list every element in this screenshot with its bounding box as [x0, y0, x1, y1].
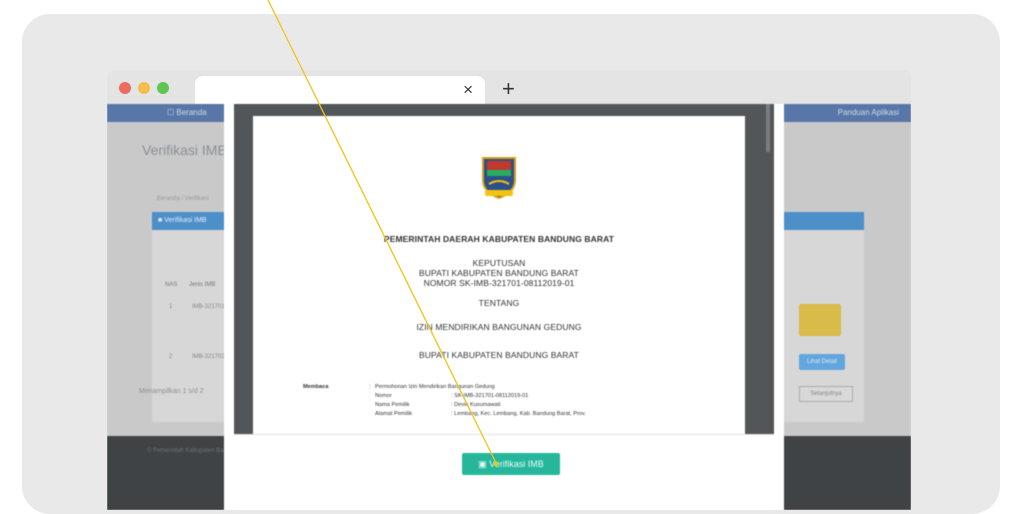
minimize-window-dot[interactable] — [138, 82, 150, 94]
panel-title: ■ Verifikasi IMB — [158, 217, 207, 224]
doc-field-value: : Lembang, Kec. Lembang, Kab. Bandung Ba… — [451, 411, 586, 417]
pdf-viewer[interactable]: PEMERINTAH DAERAH KABUPATEN BANDUNG BARA… — [234, 104, 774, 436]
doc-membaca-colon: : — [369, 384, 371, 390]
doc-keputusan: KEPUTUSAN — [472, 258, 526, 268]
tab-bar: × + — [107, 70, 911, 104]
table-info: Menampilkan 1 s/d 2 — [139, 388, 204, 395]
doc-tentang: TENTANG — [478, 298, 520, 308]
next-page-button[interactable]: Selanjutnya — [799, 386, 853, 402]
doc-membaca-label: Membaca — [303, 384, 329, 390]
doc-izin: IZIN MENDIRIKAN BANGUNAN GEDUNG — [416, 322, 582, 332]
browser-tab[interactable]: × — [195, 76, 485, 104]
browser-window: × + ☐ Beranda Panduan Aplikasi Verifikas… — [107, 70, 911, 510]
row2-detail-button[interactable]: Lihat Detail — [799, 354, 845, 370]
pdf-page: PEMERINTAH DAERAH KABUPATEN BANDUNG BARA… — [253, 116, 745, 436]
page-title: Verifikasi IMB — [142, 142, 227, 158]
doc-field-value: : SK-IMB-321701-08112019-01 — [451, 393, 529, 399]
row1-action-button[interactable] — [799, 304, 841, 336]
row2-no: 2 — [169, 354, 173, 360]
doc-field-label: Nama Pemilik — [375, 402, 410, 408]
doc-field-label: Alamat Pemilik — [375, 411, 412, 417]
pdf-scrollbar[interactable] — [766, 104, 770, 152]
doc-field-value: : Devie Kusumawati — [451, 402, 501, 408]
doc-bupati-2: BUPATI KABUPATEN BANDUNG BARAT — [419, 350, 579, 360]
verify-imb-button[interactable]: ▣ Verifikasi IMB — [462, 453, 560, 475]
verification-modal: PEMERINTAH DAERAH KABUPATEN BANDUNG BARA… — [224, 104, 784, 510]
regency-emblem-icon — [482, 157, 516, 200]
row1-no: 1 — [169, 304, 173, 310]
close-window-dot[interactable] — [119, 82, 131, 94]
row2-type: IMB-321702 — [192, 354, 225, 360]
breadcrumb: Beranda / Verifikasi — [157, 196, 209, 202]
nav-guide-link[interactable]: Panduan Aplikasi — [838, 108, 899, 117]
tab-close-icon[interactable]: × — [463, 79, 473, 101]
table-header-no: NAS — [165, 282, 178, 288]
doc-heading: PEMERINTAH DAERAH KABUPATEN BANDUNG BARA… — [383, 234, 615, 244]
row1-type: IMB-321701 — [192, 304, 225, 310]
doc-nomor: NOMOR SK-IMB-321701-08112019-01 — [423, 278, 575, 288]
doc-bupati: BUPATI KABUPATEN BANDUNG BARAT — [419, 268, 579, 278]
doc-membaca-text: Permohonan Izin Mendirikan Bangunan Gedu… — [375, 384, 495, 390]
table-header-type: Jenis IMB — [189, 282, 216, 288]
web-page-background: ☐ Beranda Panduan Aplikasi Verifikasi IM… — [107, 104, 911, 510]
maximize-window-dot[interactable] — [157, 82, 169, 94]
doc-field-label: Nomor — [375, 393, 392, 399]
modal-footer: ▣ Verifikasi IMB — [234, 434, 774, 510]
nav-home-link[interactable]: ☐ Beranda — [167, 108, 207, 117]
new-tab-icon[interactable]: + — [502, 76, 515, 102]
